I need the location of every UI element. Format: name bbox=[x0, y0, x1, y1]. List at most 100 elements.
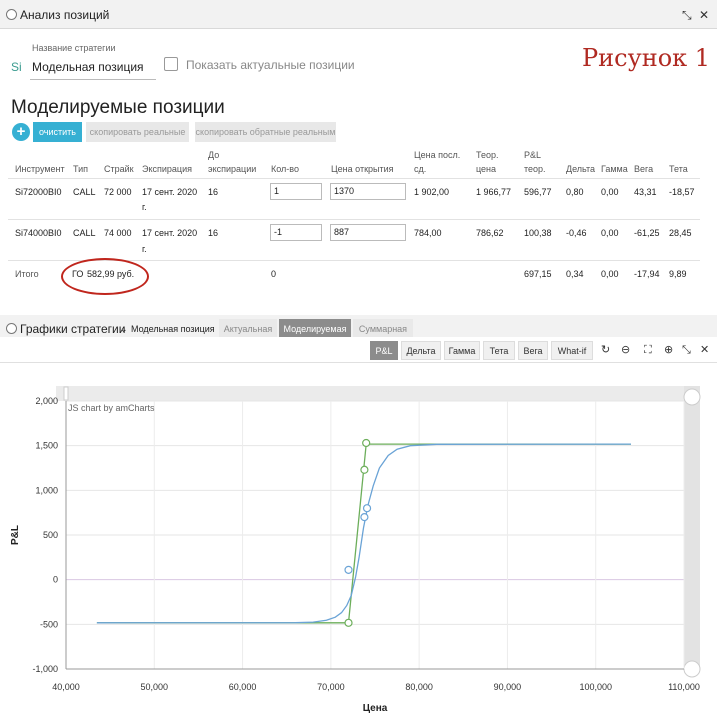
x-tick-label: 100,000 bbox=[579, 682, 612, 692]
cell-vega: -61,25 bbox=[634, 228, 660, 238]
fullscreen-icon[interactable]: ⛶ bbox=[644, 344, 652, 356]
tab-pl[interactable]: P&L bbox=[370, 341, 398, 360]
cell-pl: 596,77 bbox=[524, 187, 552, 197]
add-position-button[interactable]: + bbox=[12, 123, 30, 141]
qty-input[interactable]: -1 bbox=[270, 224, 322, 241]
col-last-price-line2: сд. bbox=[414, 164, 427, 174]
close-icon[interactable]: ✕ bbox=[699, 9, 709, 21]
cell-gamma: 0,00 bbox=[601, 228, 619, 238]
y-tick-label: 0 bbox=[53, 575, 58, 585]
scroll-handle-left bbox=[63, 386, 69, 401]
y-tick-label: 2,000 bbox=[35, 396, 58, 406]
x-tick-label: 50,000 bbox=[141, 682, 169, 692]
row-divider bbox=[8, 219, 700, 220]
col-instrument: Инструмент bbox=[15, 164, 65, 174]
y-tick-label: -1,000 bbox=[32, 664, 58, 674]
col-pl-line2: теор. bbox=[524, 164, 546, 174]
col-last-price-line1: Цена посл. bbox=[414, 150, 461, 160]
col-qty: Кол-во bbox=[271, 164, 299, 174]
tab-actual[interactable]: Актуальная bbox=[219, 319, 277, 339]
x-tick-label: 90,000 bbox=[494, 682, 522, 692]
col-vega: Вега bbox=[634, 164, 654, 174]
strategy-name-field[interactable]: Модельная позиция bbox=[32, 60, 144, 74]
open-price-input[interactable]: 887 bbox=[330, 224, 406, 241]
col-days-line2: экспирации bbox=[208, 164, 257, 174]
cell-expiration: 17 сент. 2020 bbox=[142, 187, 198, 197]
cell-pl: 100,38 bbox=[524, 228, 552, 238]
show-actual-checkbox[interactable] bbox=[164, 57, 178, 71]
chart-toolbar: P&L Дельта Гамма Тета Вега What-if ↻ ⊖ ⛶… bbox=[0, 337, 717, 363]
x-tick-label: 110,000 bbox=[668, 682, 700, 692]
qty-input[interactable]: 1 bbox=[270, 183, 322, 200]
cell-expiration: 17 сент. 2020 bbox=[142, 228, 198, 238]
cell-strike: 72 000 bbox=[104, 187, 132, 197]
y-tick-label: 500 bbox=[43, 530, 58, 540]
zoom-out-icon[interactable]: ⊖ bbox=[621, 344, 630, 356]
chart-panel-radio[interactable] bbox=[6, 323, 17, 334]
tab-vega[interactable]: Вега bbox=[518, 341, 548, 360]
tab-summary[interactable]: Суммарная bbox=[353, 319, 413, 339]
col-theor-price-line2: цена bbox=[476, 164, 497, 174]
horizontal-scrollbar-track bbox=[56, 386, 694, 401]
chevron-down-icon[interactable]: ⌄ bbox=[120, 324, 128, 335]
positions-panel-header: Анализ позиций ⤡ ✕ bbox=[0, 0, 717, 29]
strategy-dropdown[interactable]: Модельная позиция bbox=[131, 324, 215, 334]
cell-vega: 43,31 bbox=[634, 187, 657, 197]
data-point bbox=[344, 618, 353, 627]
figure-label: Рисунок 1 bbox=[582, 44, 711, 72]
highlight-circle bbox=[61, 258, 149, 295]
cell-last-price: 1 902,00 bbox=[414, 187, 450, 197]
copy-reverse-button[interactable]: скопировать обратные реальным bbox=[195, 122, 336, 142]
cell-days: 16 bbox=[208, 187, 219, 197]
chart-panel-title: Графики стратегии bbox=[20, 322, 126, 336]
tab-modeled[interactable]: Моделируемая bbox=[279, 319, 351, 339]
cell-delta: -0,46 bbox=[566, 228, 587, 238]
cell-instrument: Si74000BI0 bbox=[15, 228, 62, 238]
tab-delta[interactable]: Дельта bbox=[401, 341, 441, 360]
tab-what-if[interactable]: What-if bbox=[551, 341, 593, 360]
scroll-handle-top bbox=[683, 388, 701, 406]
cell-gamma: 0,00 bbox=[601, 187, 619, 197]
col-open-price: Цена открытия bbox=[331, 164, 394, 174]
cell-type: CALL bbox=[73, 187, 96, 197]
show-actual-label: Показать актуальные позиции bbox=[186, 58, 355, 72]
x-tick-label: 60,000 bbox=[229, 682, 257, 692]
x-axis-label: Цена bbox=[363, 703, 388, 714]
total-vega: -17,94 bbox=[634, 269, 660, 279]
close-chart-icon[interactable]: ✕ bbox=[700, 344, 709, 356]
cell-theta: -18,57 bbox=[669, 187, 695, 197]
zoom-in-icon[interactable]: ⊕ bbox=[664, 344, 673, 356]
tab-theta[interactable]: Тета bbox=[483, 341, 515, 360]
strategy-name-underline bbox=[30, 79, 156, 80]
pin-icon[interactable]: ⤡ bbox=[682, 344, 691, 356]
tab-gamma[interactable]: Гамма bbox=[444, 341, 480, 360]
total-pl: 697,15 bbox=[524, 269, 552, 279]
col-theta: Тета bbox=[669, 164, 688, 174]
cell-expiration-suffix: г. bbox=[142, 244, 147, 254]
panel-radio[interactable] bbox=[6, 9, 17, 20]
open-price-input[interactable]: 1370 bbox=[330, 183, 406, 200]
y-tick-label: -500 bbox=[40, 619, 58, 629]
cell-delta: 0,80 bbox=[566, 187, 584, 197]
cell-theor-price: 1 966,77 bbox=[476, 187, 512, 197]
col-expiration: Экспирация bbox=[142, 164, 192, 174]
data-point bbox=[360, 465, 369, 474]
pl-chart: 2,000 1,500 1,000 500 0 -500 -1,000 40,000 50,00… bbox=[0, 364, 717, 717]
section-title: Моделируемые позиции bbox=[11, 97, 225, 118]
header-divider bbox=[8, 178, 700, 179]
cell-last-price: 784,00 bbox=[414, 228, 442, 238]
total-gamma: 0,00 bbox=[601, 269, 619, 279]
col-type: Тип bbox=[73, 164, 89, 174]
panel-title: Анализ позиций bbox=[20, 8, 110, 22]
x-tick-label: 80,000 bbox=[405, 682, 433, 692]
cell-days: 16 bbox=[208, 228, 219, 238]
chart-watermark: JS chart by amCharts bbox=[68, 403, 155, 413]
data-point bbox=[360, 513, 369, 522]
copy-real-button[interactable]: скопировать реальные bbox=[86, 122, 189, 142]
collapse-icon[interactable]: ⤡ bbox=[682, 9, 692, 21]
cell-theta: 28,45 bbox=[669, 228, 692, 238]
refresh-icon[interactable]: ↻ bbox=[601, 344, 610, 356]
cell-type: CALL bbox=[73, 228, 96, 238]
clear-button[interactable]: очистить bbox=[33, 122, 82, 142]
cell-strike: 74 000 bbox=[104, 228, 132, 238]
